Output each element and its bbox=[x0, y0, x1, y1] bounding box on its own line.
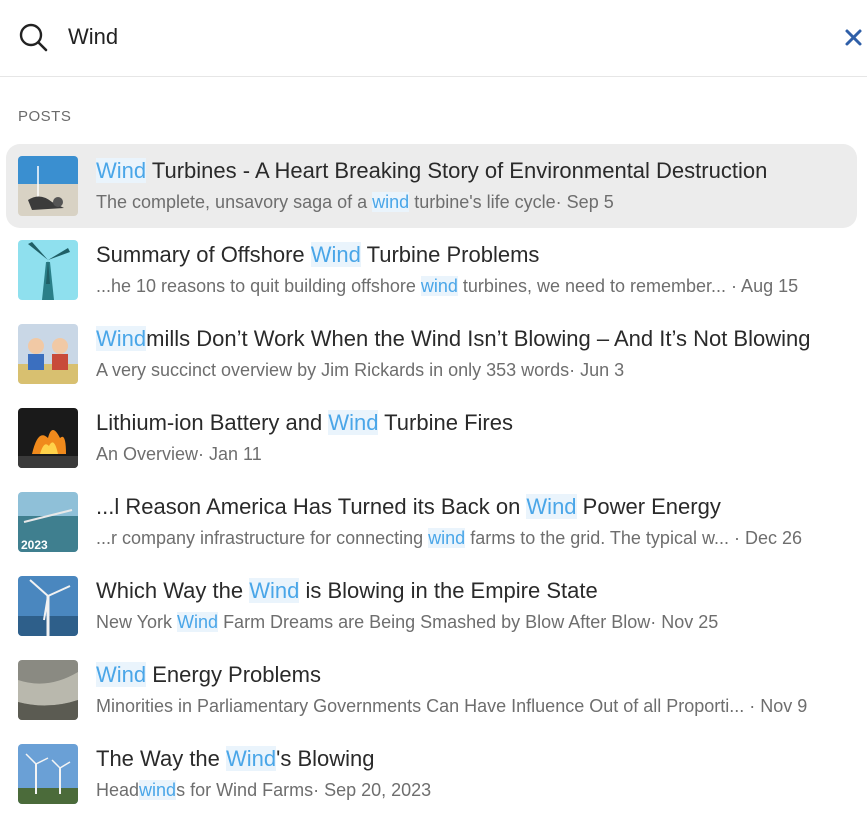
post-thumbnail bbox=[18, 324, 78, 384]
query-highlight: Wind bbox=[96, 158, 147, 183]
close-icon[interactable] bbox=[838, 22, 867, 52]
text-segment: 's Blowing bbox=[276, 746, 375, 771]
result-item[interactable]: Lithium-ion Battery and Wind Turbine Fir… bbox=[6, 396, 857, 480]
result-title[interactable]: The Way the Wind's Blowing bbox=[96, 744, 851, 774]
result-item[interactable]: Summary of Offshore Wind Turbine Problem… bbox=[6, 228, 857, 312]
text-segment: ...l Reason America Has Turned its Back … bbox=[96, 494, 527, 519]
post-thumbnail bbox=[18, 660, 78, 720]
result-item[interactable]: Wind Turbines - A Heart Breaking Story o… bbox=[6, 144, 857, 228]
search-icon[interactable] bbox=[18, 22, 48, 52]
query-highlight: wind bbox=[420, 276, 458, 296]
section-label-posts: POSTS bbox=[18, 108, 72, 125]
result-title[interactable]: ...l Reason America Has Turned its Back … bbox=[96, 492, 851, 522]
text-segment: s for Wind Farms· Sep 20, 2023 bbox=[176, 780, 432, 800]
result-meta: The complete, unsavory saga of a wind tu… bbox=[96, 189, 856, 215]
query-highlight: Wind bbox=[328, 410, 379, 435]
text-segment: A very succinct overview by Jim Rickards… bbox=[96, 360, 625, 380]
query-highlight: Wind bbox=[96, 326, 147, 351]
result-meta: A very succinct overview by Jim Rickards… bbox=[96, 357, 856, 383]
post-thumbnail bbox=[18, 576, 78, 636]
results-list: Wind Turbines - A Heart Breaking Story o… bbox=[6, 144, 857, 816]
search-input[interactable] bbox=[68, 18, 808, 56]
result-title[interactable]: Summary of Offshore Wind Turbine Problem… bbox=[96, 240, 851, 270]
thumbnail-year-text: 2023 bbox=[21, 538, 48, 552]
text-segment: The complete, unsavory saga of a bbox=[96, 192, 373, 212]
text-segment: is Blowing in the Empire State bbox=[299, 578, 598, 603]
post-thumbnail bbox=[18, 408, 78, 468]
text-segment: Power Energy bbox=[576, 494, 721, 519]
text-segment: ...he 10 reasons to quit building offsho… bbox=[96, 276, 421, 296]
text-segment: Turbine Problems bbox=[360, 242, 540, 267]
result-meta: New York Wind Farm Dreams are Being Smas… bbox=[96, 609, 856, 635]
query-highlight: Wind bbox=[177, 612, 219, 632]
text-segment: Turbine Fires bbox=[378, 410, 513, 435]
text-segment: Head bbox=[96, 780, 140, 800]
result-title[interactable]: Wind Energy Problems bbox=[96, 660, 851, 690]
query-highlight: Wind bbox=[96, 662, 147, 687]
text-segment: turbines, we need to remember... · Aug 1… bbox=[457, 276, 799, 296]
text-segment: Turbines - A Heart Breaking Story of Env… bbox=[146, 158, 768, 183]
text-segment: Minorities in Parliamentary Governments … bbox=[96, 696, 808, 716]
query-highlight: wind bbox=[139, 780, 177, 800]
result-title[interactable]: Lithium-ion Battery and Wind Turbine Fir… bbox=[96, 408, 851, 438]
result-title[interactable]: Wind Turbines - A Heart Breaking Story o… bbox=[96, 156, 851, 186]
result-item[interactable]: Wind Energy Problems Minorities in Parli… bbox=[6, 648, 857, 732]
text-segment: mills Don’t Work When the Wind Isn’t Blo… bbox=[146, 326, 811, 351]
text-segment: New York bbox=[96, 612, 178, 632]
text-segment: Which Way the bbox=[96, 578, 250, 603]
result-meta: An Overview· Jan 11 bbox=[96, 441, 856, 467]
query-highlight: wind bbox=[372, 192, 410, 212]
result-meta: Minorities in Parliamentary Governments … bbox=[96, 693, 856, 719]
result-title[interactable]: Which Way the Wind is Blowing in the Emp… bbox=[96, 576, 851, 606]
query-highlight: Wind bbox=[249, 578, 300, 603]
text-segment: Summary of Offshore bbox=[96, 242, 311, 267]
search-bar bbox=[0, 0, 867, 77]
result-item[interactable]: 2023 ...l Reason America Has Turned its … bbox=[6, 480, 857, 564]
query-highlight: Wind bbox=[226, 746, 277, 771]
text-segment: Energy Problems bbox=[146, 662, 321, 687]
text-segment: farms to the grid. The typical w... · De… bbox=[465, 528, 802, 548]
text-segment: An Overview· Jan 11 bbox=[96, 444, 262, 464]
result-title[interactable]: Windmills Don’t Work When the Wind Isn’t… bbox=[96, 324, 851, 354]
result-meta: Headwinds for Wind Farms· Sep 20, 2023 bbox=[96, 777, 856, 803]
post-thumbnail bbox=[18, 156, 78, 216]
result-item[interactable]: The Way the Wind's Blowing Headwinds for… bbox=[6, 732, 857, 816]
query-highlight: Wind bbox=[310, 242, 361, 267]
text-segment: The Way the bbox=[96, 746, 227, 771]
text-segment: turbine's life cycle· Sep 5 bbox=[409, 192, 614, 212]
post-thumbnail bbox=[18, 744, 78, 804]
text-segment: Lithium-ion Battery and bbox=[96, 410, 329, 435]
query-highlight: wind bbox=[428, 528, 466, 548]
result-meta: ...he 10 reasons to quit building offsho… bbox=[96, 273, 856, 299]
result-item[interactable]: Which Way the Wind is Blowing in the Emp… bbox=[6, 564, 857, 648]
result-item[interactable]: Windmills Don’t Work When the Wind Isn’t… bbox=[6, 312, 857, 396]
result-meta: ...r company infrastructure for connecti… bbox=[96, 525, 856, 551]
post-thumbnail bbox=[18, 240, 78, 300]
post-thumbnail: 2023 bbox=[18, 492, 78, 552]
text-segment: ...r company infrastructure for connecti… bbox=[96, 528, 429, 548]
query-highlight: Wind bbox=[526, 494, 577, 519]
text-segment: Farm Dreams are Being Smashed by Blow Af… bbox=[218, 612, 719, 632]
